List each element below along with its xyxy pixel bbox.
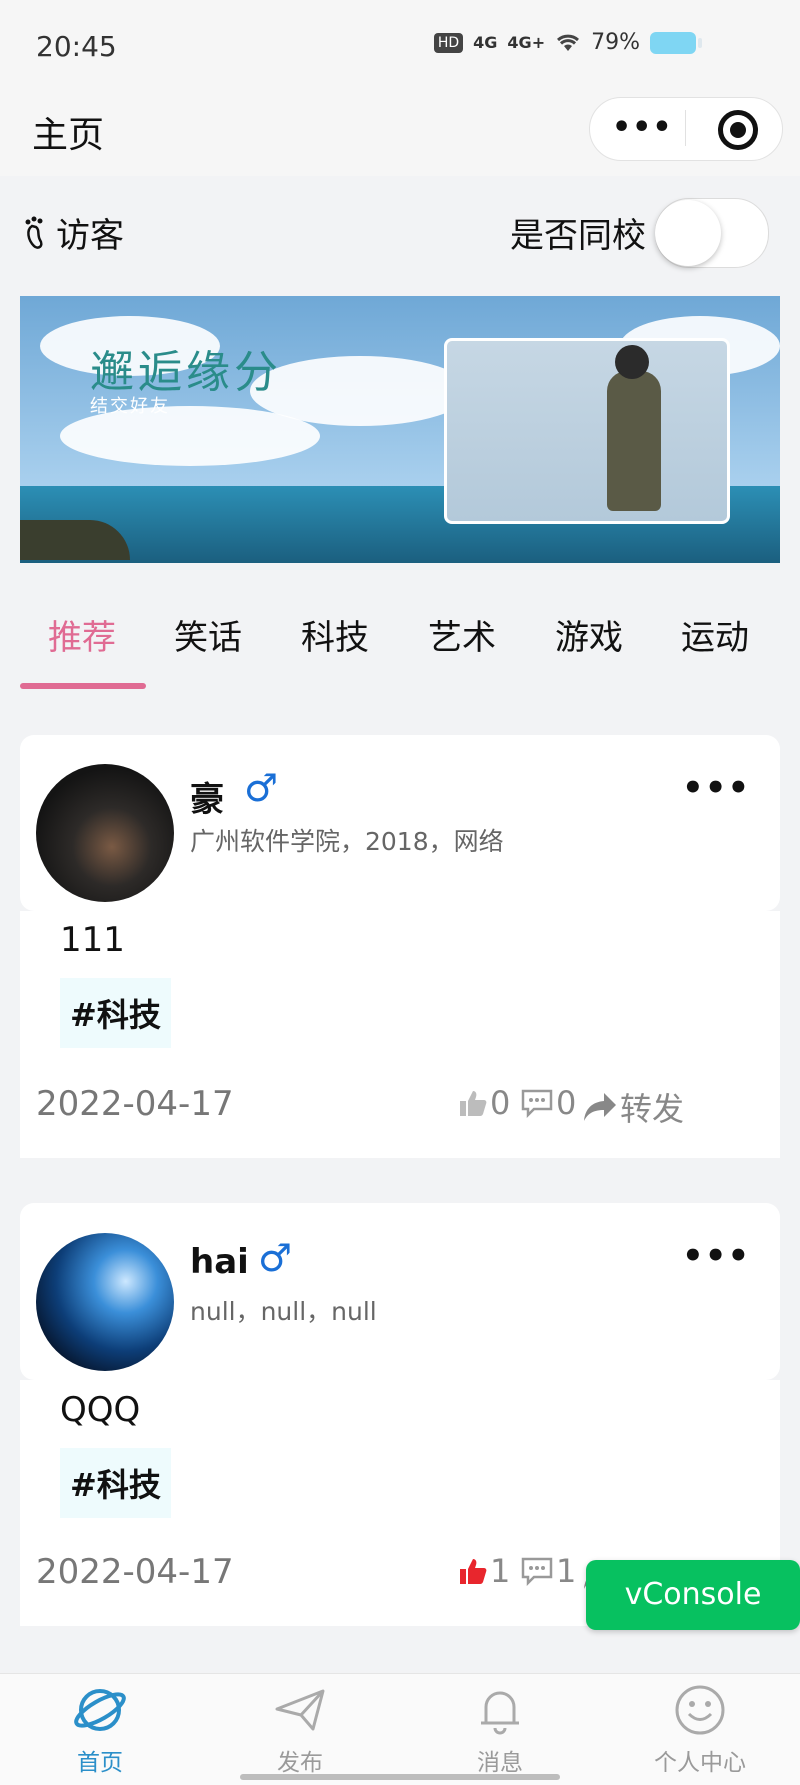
banner-person-head bbox=[615, 345, 649, 379]
like-count: 1 bbox=[490, 1552, 511, 1590]
hd-signal-icon: HD bbox=[433, 32, 464, 53]
home-indicator[interactable] bbox=[240, 1774, 560, 1780]
post-date: 2022-04-17 bbox=[36, 1552, 234, 1592]
like-button[interactable]: 0 bbox=[458, 1084, 510, 1122]
author-name[interactable]: hai bbox=[190, 1242, 249, 1282]
share-icon bbox=[584, 1093, 616, 1121]
tabbar-publish[interactable]: 发布 bbox=[200, 1683, 400, 1777]
status-icons: HD 4G 4G+ 79% bbox=[433, 30, 702, 55]
smiley-face-icon bbox=[675, 1685, 725, 1735]
post-more-icon[interactable]: ••• bbox=[682, 1236, 750, 1276]
male-icon: ♂ bbox=[258, 1236, 293, 1280]
same-school-label: 是否同校 bbox=[510, 216, 646, 256]
comment-button[interactable]: 0 bbox=[520, 1084, 576, 1122]
tabbar-messages[interactable]: 消息 bbox=[400, 1683, 600, 1777]
tabbar-home[interactable]: 首页 bbox=[0, 1683, 200, 1777]
more-menu-icon[interactable]: ••• bbox=[612, 103, 672, 153]
signal-4gplus-icon: 4G+ bbox=[507, 33, 546, 52]
tab-jokes[interactable]: 笑话 bbox=[174, 610, 242, 659]
comment-count: 0 bbox=[556, 1084, 577, 1122]
male-icon: ♂ bbox=[244, 766, 279, 810]
banner-person bbox=[607, 371, 661, 511]
author-info: null，null，null bbox=[190, 1297, 377, 1326]
post-tag[interactable]: #科技 bbox=[60, 978, 171, 1048]
thumbs-up-icon bbox=[460, 1559, 487, 1584]
share-label: 转发 bbox=[620, 1090, 685, 1128]
battery-icon bbox=[650, 31, 702, 54]
tab-games[interactable]: 游戏 bbox=[555, 610, 623, 659]
banner-image[interactable]: 邂逅缘分 结交好友 bbox=[20, 296, 780, 563]
visitor-button[interactable]: 访客 bbox=[22, 208, 124, 257]
comment-button[interactable]: 1 bbox=[520, 1552, 576, 1590]
wifi-icon bbox=[557, 34, 580, 51]
banner-photo bbox=[444, 338, 730, 524]
tabbar-publish-label: 发布 bbox=[277, 1750, 323, 1776]
planet-icon bbox=[74, 1689, 126, 1731]
status-time: 20:45 bbox=[36, 30, 117, 63]
paper-plane-icon bbox=[275, 1689, 325, 1731]
tab-art[interactable]: 艺术 bbox=[428, 610, 496, 659]
author-name[interactable]: 豪 bbox=[190, 772, 224, 821]
avatar[interactable] bbox=[36, 1233, 174, 1371]
toggle-knob bbox=[655, 200, 721, 266]
like-button[interactable]: 1 bbox=[458, 1552, 510, 1590]
post-content: QQQ bbox=[60, 1390, 141, 1430]
post-content: 111 bbox=[60, 920, 125, 960]
share-button[interactable]: 转发 bbox=[582, 1084, 684, 1130]
comment-count: 1 bbox=[556, 1552, 577, 1590]
capsule-divider bbox=[685, 110, 686, 146]
bell-icon bbox=[481, 1691, 519, 1735]
thumbs-up-icon bbox=[460, 1091, 487, 1116]
close-target-icon[interactable] bbox=[718, 110, 758, 150]
author-info: 广州软件学院，2018，网络 bbox=[190, 827, 504, 856]
tab-sports[interactable]: 运动 bbox=[681, 610, 749, 659]
banner-subtitle: 结交好友 bbox=[90, 396, 170, 417]
page-title: 主页 bbox=[32, 115, 105, 156]
footprint-icon bbox=[25, 216, 43, 249]
post-tag[interactable]: #科技 bbox=[60, 1448, 171, 1518]
signal-4g-icon: 4G bbox=[473, 33, 498, 52]
tabbar-home-label: 首页 bbox=[77, 1750, 123, 1776]
battery-percent: 79% bbox=[591, 30, 640, 55]
comment-icon bbox=[521, 1089, 553, 1118]
tab-recommend[interactable]: 推荐 bbox=[48, 610, 116, 659]
tab-active-indicator bbox=[20, 683, 146, 689]
avatar[interactable] bbox=[36, 764, 174, 902]
comment-icon bbox=[521, 1557, 553, 1586]
tabbar-messages-label: 消息 bbox=[477, 1750, 523, 1776]
tabbar-profile[interactable]: 个人中心 bbox=[600, 1683, 800, 1777]
tabbar-profile-label: 个人中心 bbox=[654, 1750, 746, 1776]
tab-tech[interactable]: 科技 bbox=[301, 610, 369, 659]
vconsole-button[interactable]: vConsole bbox=[586, 1560, 800, 1630]
visitor-label: 访客 bbox=[56, 216, 124, 256]
post-date: 2022-04-17 bbox=[36, 1084, 234, 1124]
banner-title: 邂逅缘分 bbox=[90, 347, 282, 398]
post-more-icon[interactable]: ••• bbox=[682, 768, 750, 808]
like-count: 0 bbox=[490, 1084, 511, 1122]
